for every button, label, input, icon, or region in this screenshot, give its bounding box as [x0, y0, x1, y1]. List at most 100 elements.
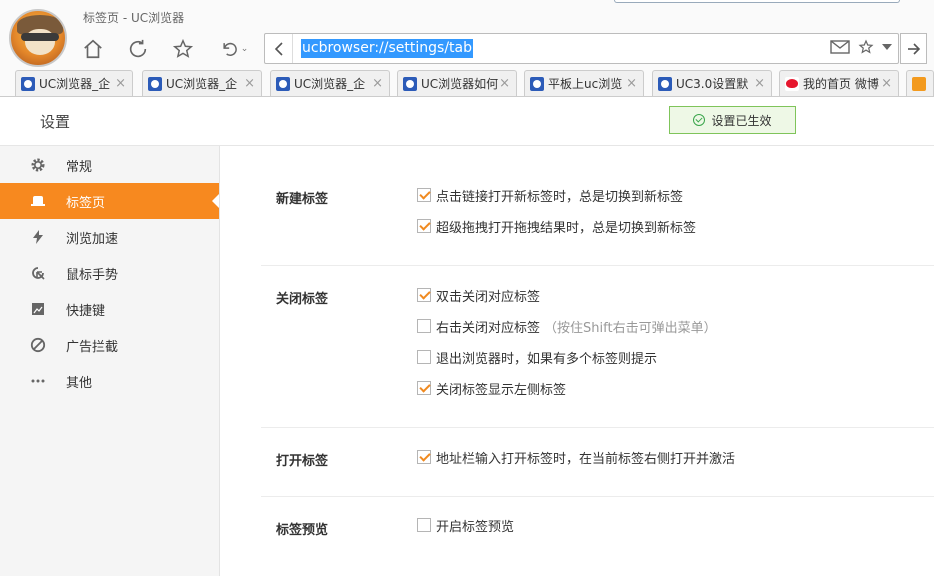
caret-down-icon: [882, 44, 892, 50]
undo-close-button[interactable]: ⌄: [215, 36, 253, 62]
bookmark-button[interactable]: [858, 39, 874, 55]
more-icon: [30, 373, 46, 389]
address-actions: [830, 39, 892, 55]
sidebar-item-mouse-gesture[interactable]: 鼠标手势: [0, 255, 220, 291]
option-text: 超级拖拽打开拖拽结果时，总是切换到新标签: [436, 220, 697, 236]
refresh-button[interactable]: [125, 36, 151, 62]
sidebar-item-speedup[interactable]: 浏览加速: [0, 219, 220, 255]
star-icon: [172, 38, 194, 58]
paw-icon: [403, 76, 417, 91]
checkbox[interactable]: [417, 188, 431, 202]
browser-tab[interactable]: UC浏览器_企 ×: [15, 70, 133, 96]
browser-tab[interactable]: UC3.0设置默 ×: [652, 70, 772, 96]
settings-content: 新建标签 点击链接打开新标签时，总是切换到新标签 超级拖拽打开拖拽结果时，总是切…: [221, 146, 934, 576]
divider: [261, 427, 934, 428]
page-title: 设置: [40, 113, 71, 131]
star-icon: [858, 39, 874, 54]
checkbox[interactable]: [417, 350, 431, 364]
lightning-icon: [30, 229, 46, 245]
option-text: 点击链接打开新标签时，总是切换到新标签: [436, 189, 684, 205]
section-label: 新建标签: [276, 192, 329, 207]
status-toast: 设置已生效: [669, 106, 796, 134]
go-button[interactable]: [900, 33, 927, 64]
home-button[interactable]: [80, 36, 106, 62]
user-avatar[interactable]: [9, 9, 67, 67]
option-text: 关闭标签显示左侧标签: [436, 382, 567, 398]
undo-icon: [223, 42, 237, 56]
sidebar-item-general[interactable]: 常规: [0, 147, 220, 183]
close-icon[interactable]: ×: [244, 76, 255, 91]
mail-button[interactable]: [830, 39, 850, 55]
back-button[interactable]: [265, 34, 293, 63]
weibo-icon: [785, 76, 799, 91]
option-double-click-close[interactable]: 双击关闭对应标签: [417, 286, 541, 305]
download-icon: [912, 76, 926, 91]
browser-tab[interactable]: 平板上uc浏览 ×: [524, 70, 644, 96]
close-icon[interactable]: ×: [372, 76, 383, 91]
close-icon[interactable]: ×: [754, 76, 765, 91]
shortcut-icon: [30, 301, 46, 317]
checkbox[interactable]: [417, 288, 431, 302]
block-icon: [30, 337, 46, 353]
option-open-right-of-current[interactable]: 地址栏输入打开标签时，在当前标签右侧打开并激活: [417, 448, 735, 467]
sidebar-item-other[interactable]: 其他: [0, 363, 220, 399]
settings-sidebar: 常规 标签页 浏览加速 鼠标手势 快捷键 广告拦截 其他: [0, 146, 220, 576]
section-label: 标签预览: [276, 523, 329, 538]
option-switch-to-new-tab-on-drag[interactable]: 超级拖拽打开拖拽结果时，总是切换到新标签: [417, 217, 697, 236]
close-icon[interactable]: ×: [881, 76, 892, 91]
address-input[interactable]: ucbrowser://settings/tab: [301, 39, 473, 58]
sidebar-item-label: 常规: [66, 159, 93, 175]
checkbox[interactable]: [417, 319, 431, 333]
option-right-click-close[interactable]: 右击关闭对应标签 （按住Shift右击可弹出菜单）: [417, 317, 717, 336]
option-activate-left-tab[interactable]: 关闭标签显示左侧标签: [417, 379, 567, 398]
mail-icon: [830, 40, 850, 54]
checkbox[interactable]: [417, 219, 431, 233]
sidebar-item-label: 广告拦截: [66, 339, 119, 355]
address-bar[interactable]: ucbrowser://settings/tab: [264, 33, 899, 64]
option-enable-tab-preview[interactable]: 开启标签预览: [417, 516, 514, 535]
option-warn-on-exit[interactable]: 退出浏览器时，如果有多个标签则提示: [417, 348, 658, 367]
home-icon: [84, 39, 102, 59]
sidebar-item-label: 其他: [66, 375, 93, 391]
close-icon[interactable]: ×: [626, 76, 637, 91]
sidebar-item-label: 浏览加速: [66, 231, 119, 247]
browser-tab[interactable]: UC浏览器_企 ×: [142, 70, 262, 96]
paw-icon: [21, 76, 35, 91]
check-circle-icon: [693, 114, 706, 126]
sidebar-item-label: 鼠标手势: [66, 267, 119, 283]
browser-tab[interactable]: UC浏览器如何 ×: [397, 70, 517, 96]
section-label: 关闭标签: [276, 292, 329, 307]
divider: [261, 265, 934, 266]
checkbox[interactable]: [417, 450, 431, 464]
chevron-down-icon: ⌄: [240, 44, 249, 54]
option-text: 双击关闭对应标签: [436, 289, 541, 305]
checkbox[interactable]: [417, 518, 431, 532]
paw-icon: [658, 76, 672, 91]
paw-icon: [530, 76, 544, 91]
browser-tab[interactable]: 我的首页 微博 ×: [779, 70, 899, 96]
divider: [261, 496, 934, 497]
sidebar-item-tabs[interactable]: 标签页: [0, 183, 219, 219]
arrow-right-icon: [907, 42, 920, 55]
close-icon[interactable]: ×: [115, 76, 126, 91]
sidebar-item-adblock[interactable]: 广告拦截: [0, 327, 220, 363]
browser-tab[interactable]: [906, 70, 934, 96]
browser-tab[interactable]: UC浏览器_企 ×: [270, 70, 390, 96]
favorites-button[interactable]: [170, 36, 196, 62]
option-text: 退出浏览器时，如果有多个标签则提示: [436, 351, 658, 367]
option-switch-to-new-tab-on-link[interactable]: 点击链接打开新标签时，总是切换到新标签: [417, 186, 684, 205]
dropdown-button[interactable]: [882, 44, 892, 50]
browser-chrome: 标签页 - UC浏览器 ⌄ ucbrowser://settings/tab U…: [0, 0, 934, 97]
tab-icon: [30, 193, 46, 209]
sidebar-item-shortcuts[interactable]: 快捷键: [0, 291, 220, 327]
paw-icon: [148, 76, 162, 91]
checkbox[interactable]: [417, 381, 431, 395]
refresh-icon: [129, 39, 147, 58]
window-title: 标签页 - UC浏览器: [83, 11, 185, 25]
option-hint: （按住Shift右击可弹出菜单）: [544, 320, 717, 336]
section-label: 打开标签: [276, 454, 329, 469]
sidebar-item-label: 快捷键: [66, 303, 106, 319]
settings-header: 设置 设置已生效: [0, 97, 934, 146]
paw-icon: [276, 76, 290, 91]
close-icon[interactable]: ×: [499, 76, 510, 91]
